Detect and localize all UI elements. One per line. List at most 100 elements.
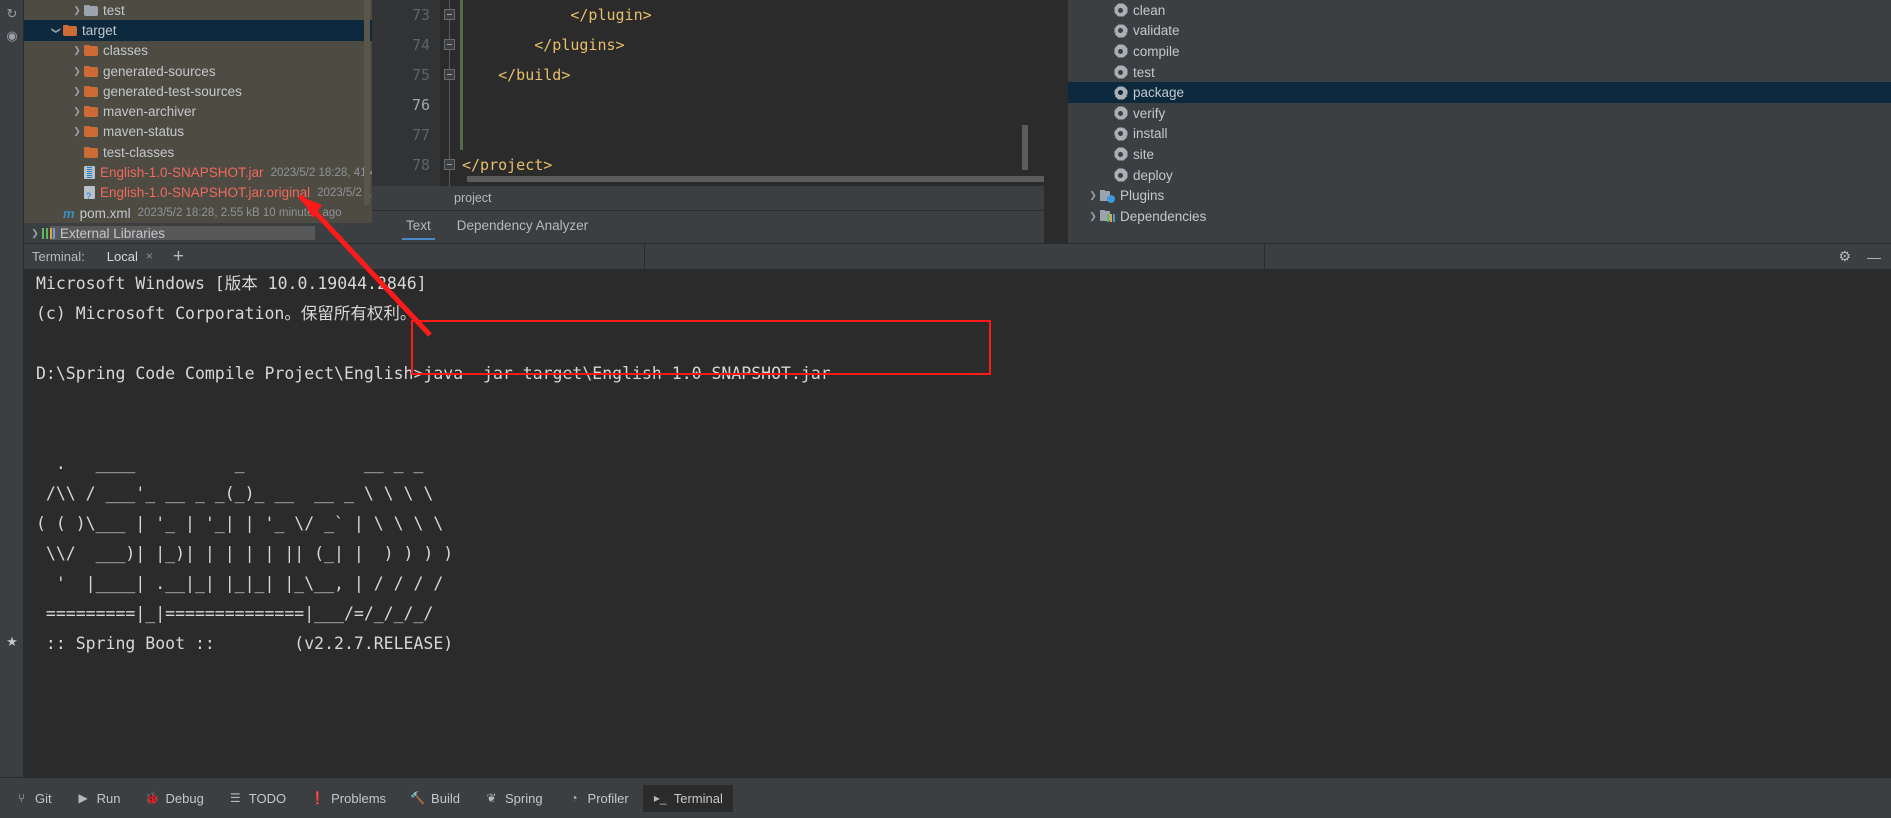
maven-row-label: Plugins: [1120, 188, 1165, 204]
code-line[interactable]: </build>: [462, 60, 1044, 90]
terminal-tab-local[interactable]: Local ×: [100, 245, 159, 272]
maven-row-label: package: [1133, 85, 1185, 101]
tree-row[interactable]: ❯ maven-status: [24, 122, 372, 142]
tree-row[interactable]: ❯ maven-archiver: [24, 101, 372, 121]
folder-icon: [63, 24, 77, 36]
maven-row-install[interactable]: install: [1068, 124, 1891, 145]
project-tree-scrollbar[interactable]: [364, 0, 370, 205]
maven-row-validate[interactable]: validate: [1068, 21, 1891, 42]
tree-row-meta: 2023/5/2 18:28, 2.55 kB 10 minutes ago: [137, 207, 342, 220]
editor-tab-bar[interactable]: Text Dependency Analyzer: [372, 210, 1044, 243]
bottom-tab-spring[interactable]: ❦ Spring: [474, 785, 553, 812]
maven-tool-window[interactable]: clean validate compile test package verify ins…: [1068, 0, 1891, 243]
maven-row-compile[interactable]: compile: [1068, 41, 1891, 62]
maven-row-test[interactable]: test: [1068, 62, 1891, 83]
code-editor[interactable]: 73 74 75 76 77 78 </plugin> </plugins> </buil…: [372, 0, 1044, 243]
gear-icon: [1114, 147, 1127, 161]
code-line[interactable]: </plugins>: [462, 30, 1044, 60]
tree-row[interactable]: ❯ generated-test-sources: [24, 81, 372, 101]
project-tree[interactable]: ❯ test ❯ target ❯ classes ❯ generated-sources ❯ g…: [24, 0, 372, 243]
bottom-tab-build[interactable]: 🔨 Build: [400, 785, 470, 812]
tree-row-label: pom.xml: [79, 205, 131, 221]
chevron-right-icon[interactable]: ❯: [28, 228, 42, 239]
breadcrumb[interactable]: project: [372, 186, 1044, 210]
editor-horizontal-scrollbar[interactable]: [467, 176, 1044, 182]
tree-row-label: target: [82, 22, 117, 38]
editor-fold-column[interactable]: [440, 0, 463, 186]
gear-icon[interactable]: ⚙: [1838, 248, 1851, 265]
tree-row[interactable]: English-1.0-SNAPSHOT.jar.original2023/5/…: [24, 183, 372, 203]
bottom-tab-label: Build: [431, 790, 460, 806]
tree-row[interactable]: ❯ generated-sources: [24, 61, 372, 81]
tab-dependency-analyzer[interactable]: Dependency Analyzer: [453, 214, 592, 240]
bottom-tab-terminal[interactable]: ▸_ Terminal: [642, 784, 733, 812]
maven-row-verify[interactable]: verify: [1068, 103, 1891, 124]
bottom-tab-git[interactable]: ⑂ Git: [4, 785, 62, 812]
chevron-right-icon[interactable]: ❯: [1086, 190, 1100, 201]
bottom-tab-todo[interactable]: ☰ TODO: [218, 785, 296, 812]
locate-icon[interactable]: ◉: [0, 24, 24, 48]
bottom-tab-problems[interactable]: ❗ Problems: [300, 785, 396, 812]
jar-file-icon: [84, 166, 95, 180]
maven-row-clean[interactable]: clean: [1068, 0, 1891, 21]
terminal-line: (c) Microsoft Corporation。保留所有权利。: [36, 304, 417, 323]
tree-row-label: maven-archiver: [103, 104, 197, 120]
chevron-right-icon[interactable]: ❯: [70, 126, 84, 137]
chevron-right-icon[interactable]: ❯: [70, 86, 84, 97]
maven-row-label: verify: [1133, 105, 1166, 121]
dependencies-node-icon: [1100, 210, 1115, 223]
bottom-tab-run[interactable]: ▶ Run: [66, 785, 131, 812]
tree-row[interactable]: ❯ classes: [24, 41, 372, 61]
editor-right-gap: [1044, 0, 1068, 243]
editor-vertical-scrollbar[interactable]: [1022, 125, 1028, 170]
terminal-line: =========|_|==============|___/=/_/_/_/: [36, 604, 434, 623]
problems-warning-icon: ❗: [310, 791, 326, 805]
tree-row[interactable]: m pom.xml 2023/5/2 18:28, 2.55 kB 10 minut…: [24, 203, 372, 223]
chevron-right-icon[interactable]: ❯: [70, 66, 84, 77]
chevron-right-icon[interactable]: ❯: [1086, 211, 1100, 222]
maven-row-label: site: [1133, 146, 1155, 162]
favorites-star-icon[interactable]: ★: [0, 630, 24, 654]
fold-marker-74[interactable]: [444, 39, 455, 50]
editor-code-text[interactable]: </plugin> </plugins> </build> </project>: [462, 0, 1044, 186]
tree-row-label: classes: [103, 43, 149, 59]
terminal-line: \\/ ___)| |_)| | | | | || (_| | ) ) ) ): [36, 544, 454, 563]
maven-row-site[interactable]: site: [1068, 144, 1891, 165]
minimize-icon[interactable]: —: [1867, 249, 1881, 265]
bottom-tool-bar[interactable]: ⑂ Git ▶ Run 🐞 Debug ☰ TODO ❗ Problems 🔨 Build ❦ Sprin…: [0, 777, 1891, 818]
code-line[interactable]: [462, 90, 1044, 120]
maven-row-package[interactable]: package: [1068, 82, 1891, 103]
code-line[interactable]: </plugin>: [462, 0, 1044, 30]
chevron-down-icon[interactable]: ❯: [51, 23, 62, 37]
tab-text[interactable]: Text: [402, 214, 435, 240]
tree-row[interactable]: ❯ test: [24, 0, 372, 20]
fold-marker-73[interactable]: [444, 9, 455, 20]
maven-row-deploy[interactable]: deploy: [1068, 165, 1891, 186]
close-icon[interactable]: ×: [146, 249, 153, 263]
refresh-icon[interactable]: ↻: [0, 2, 24, 26]
gear-icon: [1114, 24, 1127, 38]
code-line[interactable]: [462, 120, 1044, 150]
maven-row-label: test: [1133, 64, 1155, 80]
folder-icon: [84, 45, 98, 57]
chevron-right-icon[interactable]: ❯: [70, 106, 84, 117]
maven-pom-icon: m: [63, 205, 75, 221]
external-libraries-icon: [42, 227, 55, 239]
fold-marker-78[interactable]: [444, 159, 455, 170]
tree-row[interactable]: ❯ target: [24, 20, 372, 41]
tree-row-label: generated-sources: [103, 63, 216, 79]
maven-row-dependencies[interactable]: ❯ Dependencies: [1068, 206, 1891, 227]
tree-row[interactable]: ❯ External Libraries: [24, 223, 372, 243]
fold-marker-75[interactable]: [444, 69, 455, 80]
bottom-tab-debug[interactable]: 🐞 Debug: [134, 785, 213, 812]
add-terminal-tab-button[interactable]: +: [173, 246, 184, 268]
tree-row[interactable]: test-classes: [24, 142, 372, 162]
chevron-right-icon[interactable]: ❯: [70, 45, 84, 56]
chevron-right-icon[interactable]: ❯: [70, 5, 84, 16]
maven-row-plugins[interactable]: ❯ Plugins: [1068, 185, 1891, 206]
maven-row-label: Dependencies: [1120, 208, 1207, 224]
terminal-output[interactable]: Microsoft Windows [版本 10.0.19044.2846] (c…: [24, 269, 1891, 777]
bottom-tab-profiler[interactable]: ◔ Profiler: [557, 785, 639, 812]
tree-row[interactable]: English-1.0-SNAPSHOT.jar 2023/5/2 18:28, …: [24, 162, 372, 182]
